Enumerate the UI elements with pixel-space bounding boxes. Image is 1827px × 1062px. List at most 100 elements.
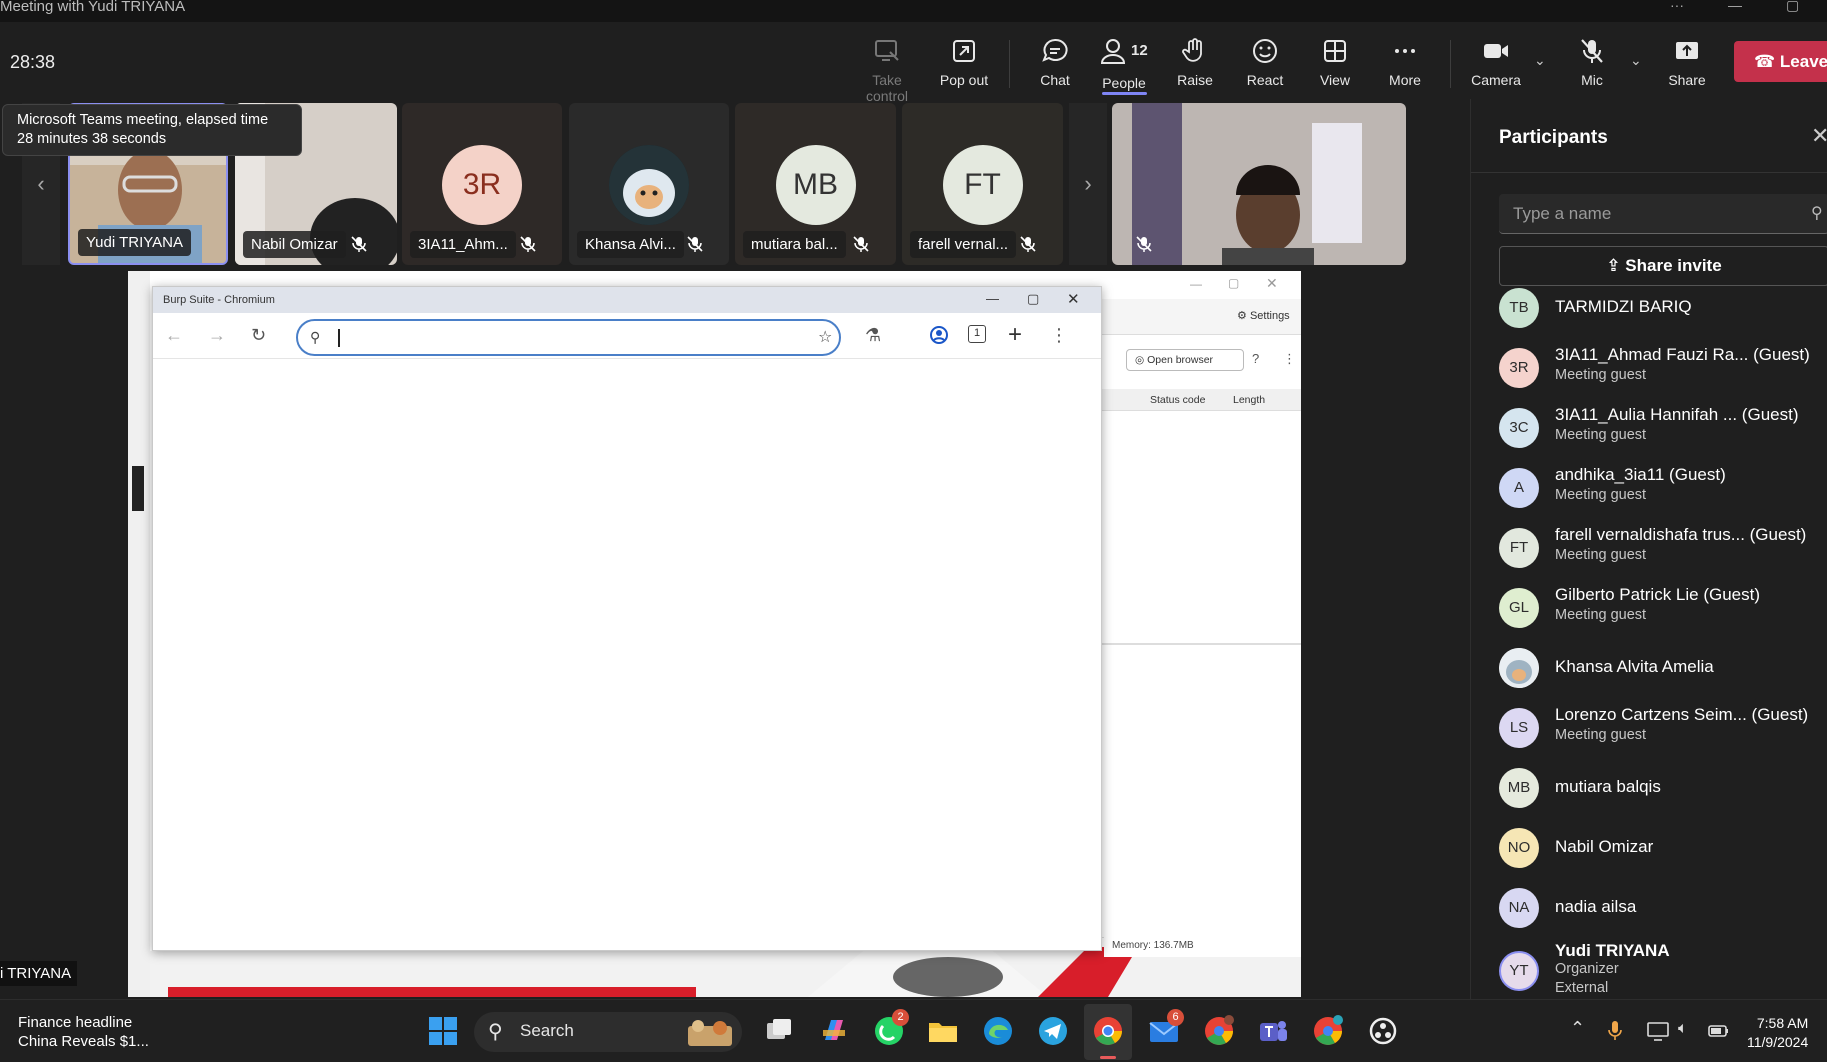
task-view-icon[interactable] xyxy=(762,1014,796,1048)
close-icon[interactable]: ✕ xyxy=(1811,123,1827,149)
participant-name: 3IA11_Aulia Hannifah ... (Guest) xyxy=(1555,405,1799,424)
participant-item[interactable]: LS Lorenzo Cartzens Seim... (Guest) Meet… xyxy=(1499,703,1827,753)
leave-button[interactable]: ☎ Leave xyxy=(1734,41,1827,82)
elapsed-timer[interactable]: 28:38 xyxy=(10,52,55,73)
tile-name: Yudi TRIYANA xyxy=(78,229,191,256)
chrome-app-active[interactable] xyxy=(1084,1004,1132,1060)
participant-item[interactable]: Khansa Alvita Amelia xyxy=(1499,643,1827,693)
clock-date: 11/9/2024 xyxy=(1747,1034,1809,1050)
pop-out-button[interactable]: Pop out xyxy=(928,34,1000,96)
chrome-profile-icon[interactable] xyxy=(1202,1014,1236,1048)
video-tile-self[interactable] xyxy=(1112,103,1406,265)
maximize-icon[interactable]: ▢ xyxy=(1027,291,1039,307)
more-button[interactable]: More xyxy=(1369,34,1441,96)
tab-count-button[interactable]: 1 xyxy=(968,325,986,343)
split-divider[interactable] xyxy=(1102,643,1301,645)
share-button[interactable]: Share xyxy=(1651,34,1723,96)
whatsapp-app[interactable]: 2 xyxy=(872,1009,909,1048)
pop-out-label: Pop out xyxy=(939,72,989,88)
strip-next-chevron-icon[interactable]: › xyxy=(1069,103,1107,265)
status-code-header[interactable]: Status code xyxy=(1150,394,1205,406)
avatar: YT xyxy=(1499,951,1539,991)
view-button[interactable]: View xyxy=(1299,34,1371,96)
copilot-icon[interactable] xyxy=(817,1014,851,1048)
taskbar-search[interactable]: ⚲ Search xyxy=(474,1012,742,1052)
length-header[interactable]: Length xyxy=(1233,394,1265,406)
camera-button[interactable]: Camera xyxy=(1460,34,1532,96)
share-invite-button[interactable]: ⇪ Share invite xyxy=(1499,246,1827,286)
participant-item[interactable]: TB TARMIDZI BARIQ xyxy=(1499,283,1827,333)
participant-item[interactable]: A andhika_3ia11 (Guest) Meeting guest xyxy=(1499,463,1827,513)
network-icon[interactable] xyxy=(1646,1020,1670,1042)
address-bar[interactable]: ⚲ ☆ xyxy=(296,319,841,356)
chat-button[interactable]: Chat xyxy=(1019,34,1091,96)
participant-item[interactable]: NO Nabil Omizar xyxy=(1499,823,1827,873)
file-explorer-icon[interactable] xyxy=(926,1014,960,1048)
obs-icon[interactable] xyxy=(1366,1014,1400,1048)
participant-role: Organizer xyxy=(1555,961,1619,977)
show-hidden-icons-chevron-icon[interactable]: ⌃ xyxy=(1570,1018,1585,1039)
chromium-title: Burp Suite - Chromium xyxy=(163,294,275,306)
participant-name: 3IA11_Ahmad Fauzi Ra... (Guest) xyxy=(1555,345,1810,364)
system-clock[interactable]: 7:58 AM 11/9/2024 xyxy=(1747,1014,1808,1052)
people-button[interactable]: 12 People xyxy=(1088,34,1160,96)
microphone-in-use-icon[interactable] xyxy=(1606,1020,1624,1042)
participant-item[interactable]: MB mutiara balqis xyxy=(1499,763,1827,813)
mic-muted-icon xyxy=(351,236,367,252)
chromium-page[interactable] xyxy=(153,359,1101,950)
edge-icon[interactable] xyxy=(981,1014,1015,1048)
kebab-menu-icon[interactable]: ⋮ xyxy=(1050,325,1068,346)
telegram-icon[interactable] xyxy=(1036,1014,1070,1048)
minimize-icon[interactable]: — xyxy=(1190,277,1202,291)
back-arrow-icon[interactable]: ← xyxy=(165,325,183,346)
video-tile-farell[interactable]: FT farell vernal... xyxy=(902,103,1063,265)
battery-icon[interactable] xyxy=(1708,1022,1730,1040)
camera-options-chevron-icon[interactable]: ⌄ xyxy=(1534,52,1546,69)
react-button[interactable]: React xyxy=(1229,34,1301,96)
video-tile-3ia11[interactable]: 3R 3IA11_Ahm... xyxy=(402,103,562,265)
help-icon[interactable]: ? xyxy=(1252,351,1259,366)
kebab-menu-icon[interactable]: ⋮ xyxy=(1283,351,1296,367)
chromium-window[interactable]: Burp Suite - Chromium — ▢ ✕ ← → ↻ ⚲ ☆ ⚗ … xyxy=(152,286,1102,951)
mic-button[interactable]: Mic xyxy=(1556,34,1628,96)
participant-item[interactable]: GL Gilberto Patrick Lie (Guest) Meeting … xyxy=(1499,583,1827,633)
more-options-icon[interactable]: ··· xyxy=(1670,0,1684,12)
open-browser-button[interactable]: ◎ Open browser xyxy=(1126,349,1244,371)
windows-start-icon[interactable] xyxy=(426,1014,460,1048)
reload-icon[interactable]: ↻ xyxy=(251,325,266,346)
windows-taskbar: Finance headline China Reveals $1... ⚲ S… xyxy=(0,999,1827,1062)
profile-icon[interactable] xyxy=(929,325,949,345)
minimize-icon[interactable]: — xyxy=(986,291,999,306)
settings-link[interactable]: ⚙ Settings xyxy=(1237,309,1290,322)
minimize-icon[interactable]: — xyxy=(1728,0,1742,12)
participant-item[interactable]: FT farell vernaldishafa trus... (Guest) … xyxy=(1499,523,1827,573)
labs-flask-icon[interactable]: ⚗ xyxy=(865,325,881,346)
participant-item[interactable]: 3R 3IA11_Ahmad Fauzi Ra... (Guest) Meeti… xyxy=(1499,343,1827,393)
maximize-icon[interactable]: ▢ xyxy=(1786,0,1799,12)
teams-icon[interactable] xyxy=(1256,1014,1290,1048)
video-tile-mutiara[interactable]: MB mutiara bal... xyxy=(735,103,896,265)
raise-hand-button[interactable]: Raise xyxy=(1159,34,1231,96)
volume-icon[interactable]: 🔈︎ xyxy=(1678,1020,1688,1038)
news-widget[interactable]: Finance headline China Reveals $1... xyxy=(18,1013,149,1051)
participant-item[interactable]: YT Yudi TRIYANA Organizer External xyxy=(1499,941,1827,997)
participant-name: TARMIDZI BARIQ xyxy=(1555,297,1692,316)
take-control-button[interactable]: Take control xyxy=(851,34,923,104)
leave-label: Leave xyxy=(1779,52,1827,71)
avatar xyxy=(609,145,689,225)
close-icon[interactable]: ✕ xyxy=(1067,290,1080,308)
mic-options-chevron-icon[interactable]: ⌄ xyxy=(1630,52,1642,69)
people-label: People xyxy=(1102,75,1146,91)
video-tile-khansa[interactable]: Khansa Alvi... xyxy=(569,103,729,265)
close-icon[interactable]: ✕ xyxy=(1266,275,1278,292)
avatar: FT xyxy=(1499,528,1539,568)
forward-arrow-icon[interactable]: → xyxy=(208,325,226,346)
participant-item[interactable]: NA nadia ailsa xyxy=(1499,883,1827,933)
mail-app[interactable]: 6 xyxy=(1147,1009,1184,1048)
bookmark-star-icon[interactable]: ☆ xyxy=(818,327,832,347)
participant-search-input[interactable]: Type a name ⚲ xyxy=(1499,194,1827,234)
maximize-icon[interactable]: ▢ xyxy=(1228,276,1239,290)
chrome-profile-2-icon[interactable] xyxy=(1311,1014,1345,1048)
participant-item[interactable]: 3C 3IA11_Aulia Hannifah ... (Guest) Meet… xyxy=(1499,403,1827,453)
new-tab-plus-icon[interactable]: + xyxy=(1008,321,1022,349)
